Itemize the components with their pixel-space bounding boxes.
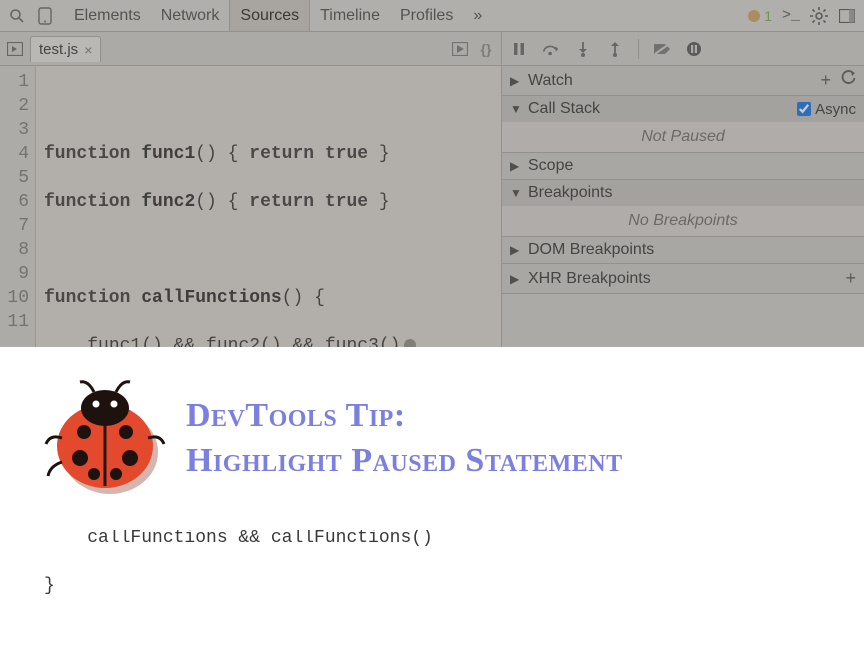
line-number: 4 [0,142,29,166]
devtools-window: Elements Network Sources Timeline Profil… [0,0,864,347]
sources-subtoolbar: test.js × {} [0,32,864,66]
scope-label: Scope [528,157,856,175]
xhr-breakpoints-header[interactable]: ▶ XHR Breakpoints + [502,264,864,293]
async-checkbox[interactable]: Async [797,101,856,118]
line-number: 2 [0,94,29,118]
breakpoints-body: No Breakpoints [502,206,864,236]
disclosure-triangle-icon: ▼ [510,186,522,200]
refresh-icon[interactable] [841,70,856,91]
line-number: 10 [0,286,29,310]
breakpoints-label: Breakpoints [528,184,856,202]
panel-tab-network[interactable]: Network [151,0,230,31]
disclosure-triangle-icon: ▶ [510,243,522,257]
editor-tabstrip: test.js × {} [0,32,502,65]
settings-gear-icon[interactable] [810,7,828,25]
panel-tabs: Elements Network Sources Timeline Profil… [64,0,492,31]
breakpoints-header[interactable]: ▼ Breakpoints [502,180,864,206]
line-number: 6 [0,190,29,214]
device-icon[interactable] [36,7,54,25]
debugger-toolbar [502,32,864,65]
add-watch-icon[interactable]: + [820,70,831,91]
line-number: 1 [0,70,29,94]
tip-banner: DevTools Tip: Highlight Paused Statement [0,347,864,530]
line-number: 11 [0,310,29,334]
navigator-toggle-icon[interactable] [6,40,24,58]
debugger-sidebar: ▶ Watch + ▼ Call Stack Asyn [502,66,864,347]
line-number: 8 [0,238,29,262]
ladybug-icon [40,374,170,504]
dom-breakpoints-header[interactable]: ▶ DOM Breakpoints [502,237,864,263]
disclosure-triangle-icon: ▼ [510,102,522,116]
step-out-icon[interactable] [606,40,624,58]
code-editor[interactable]: 1 2 3 4 5 6 7 8 9 10 11 function func1()… [0,66,502,347]
async-checkbox-input[interactable] [797,102,811,116]
callstack-section: ▼ Call Stack Async Not Paused [502,96,864,153]
xhr-breakpoints-section: ▶ XHR Breakpoints + [502,264,864,294]
run-snippet-icon[interactable] [451,40,469,58]
watch-section: ▶ Watch + [502,66,864,96]
line-number: 3 [0,118,29,142]
error-count-value: 1 [764,8,772,24]
pretty-print-icon[interactable]: {} [477,40,495,58]
deactivate-breakpoints-icon[interactable] [653,40,671,58]
step-over-icon[interactable] [542,40,560,58]
tip-text: DevTools Tip: Highlight Paused Statement [186,394,623,482]
line-number: 9 [0,262,29,286]
callstack-label: Call Stack [528,100,791,118]
search-icon[interactable] [8,7,26,25]
step-into-icon[interactable] [574,40,592,58]
console-drawer-icon[interactable]: >_ [782,7,800,25]
panel-tab-sources[interactable]: Sources [229,0,310,31]
code-content: function func1() { return true } functio… [36,66,441,347]
callstack-body: Not Paused [502,122,864,152]
add-xhr-breakpoint-icon[interactable]: + [845,268,856,289]
line-number-gutter: 1 2 3 4 5 6 7 8 9 10 11 [0,66,36,347]
panel-tab-timeline[interactable]: Timeline [310,0,390,31]
close-icon[interactable]: × [84,42,92,58]
tip-line-1: DevTools Tip: [186,394,623,438]
pause-on-exceptions-icon[interactable] [685,40,703,58]
disclosure-triangle-icon: ▶ [510,272,522,286]
panel-tab-profiles[interactable]: Profiles [390,0,463,31]
tip-line-2: Highlight Paused Statement [186,439,623,483]
pause-icon[interactable] [510,40,528,58]
warning-dot-icon [748,10,760,22]
watch-header[interactable]: ▶ Watch + [502,66,864,95]
sources-main-split: 1 2 3 4 5 6 7 8 9 10 11 function func1()… [0,66,864,347]
callstack-header[interactable]: ▼ Call Stack Async [502,96,864,122]
error-count-badge[interactable]: 1 [748,8,772,24]
scope-header[interactable]: ▶ Scope [502,153,864,179]
disclosure-triangle-icon: ▶ [510,159,522,173]
panel-tab-elements[interactable]: Elements [64,0,151,31]
line-number: 5 [0,166,29,190]
disclosure-triangle-icon: ▶ [510,74,522,88]
xhr-breakpoints-label: XHR Breakpoints [528,270,839,288]
dock-side-icon[interactable] [838,7,856,25]
file-tab-test-js[interactable]: test.js × [30,36,101,62]
async-label: Async [815,101,856,118]
dom-breakpoints-label: DOM Breakpoints [528,241,856,259]
panel-overflow-button[interactable]: » [463,0,492,31]
dom-breakpoints-section: ▶ DOM Breakpoints [502,237,864,264]
line-number: 7 [0,214,29,238]
file-tab-label: test.js [39,41,78,58]
scope-section: ▶ Scope [502,153,864,180]
main-toolbar: Elements Network Sources Timeline Profil… [0,0,864,32]
watch-label: Watch [528,72,814,90]
breakpoints-section: ▼ Breakpoints No Breakpoints [502,180,864,237]
